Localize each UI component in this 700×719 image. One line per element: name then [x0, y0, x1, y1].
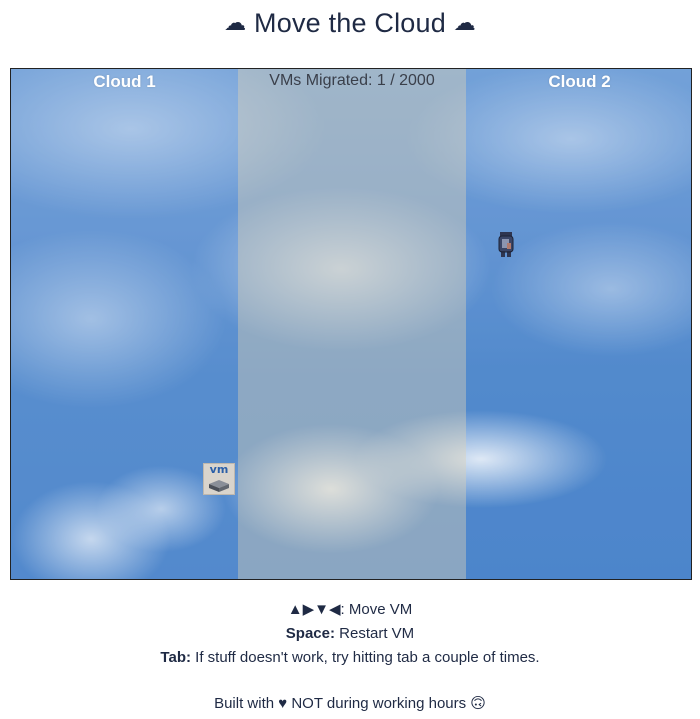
cloud-icon: ☁: [224, 10, 247, 35]
server-icon: [209, 480, 229, 492]
instruction-space: Space: Restart VM: [0, 622, 700, 646]
tab-key: Tab:: [160, 649, 191, 666]
page-title: ☁ Move the Cloud ☁: [0, 8, 700, 39]
cloud-1-zone: [11, 69, 238, 579]
arrow-keys: ▲▶▼◀: [287, 601, 341, 618]
tab-text: If stuff doesn't work, try hitting tab a…: [190, 649, 540, 666]
cloud-icon: ☁: [453, 10, 476, 35]
transfer-zone: [238, 69, 466, 579]
vm-sprite[interactable]: vm: [203, 463, 235, 495]
instruction-move: ▲▶▼◀: Move VM: [0, 598, 700, 622]
cloud-2-label: Cloud 2: [548, 72, 611, 91]
counter-label: VMs Migrated:: [269, 72, 377, 89]
cloud-2-zone: [466, 69, 691, 579]
cloud-1-label: Cloud 1: [93, 72, 156, 91]
space-text: Restart VM: [335, 625, 415, 642]
instruction-tab: Tab: If stuff doesn't work, try hitting …: [0, 646, 700, 670]
title-text: Move the Cloud: [254, 8, 446, 38]
counter-separator: /: [385, 72, 400, 89]
game-canvas[interactable]: Cloud 1 Cloud 2 VMs Migrated: 1 / 2000 v…: [10, 68, 692, 580]
total-count: 2000: [399, 72, 435, 89]
migrated-count: 1: [376, 72, 386, 89]
vm-label: vm: [209, 463, 229, 476]
player-character-icon: [498, 232, 514, 257]
migration-counter: VMs Migrated: 1 / 2000: [238, 72, 466, 90]
credit-text: Built with ♥ NOT during working hours 🙃: [214, 695, 486, 712]
space-key: Space:: [285, 625, 335, 642]
instructions: ▲▶▼◀: Move VM Space: Restart VM Tab: If …: [0, 598, 700, 716]
move-text: : Move VM: [340, 601, 413, 618]
